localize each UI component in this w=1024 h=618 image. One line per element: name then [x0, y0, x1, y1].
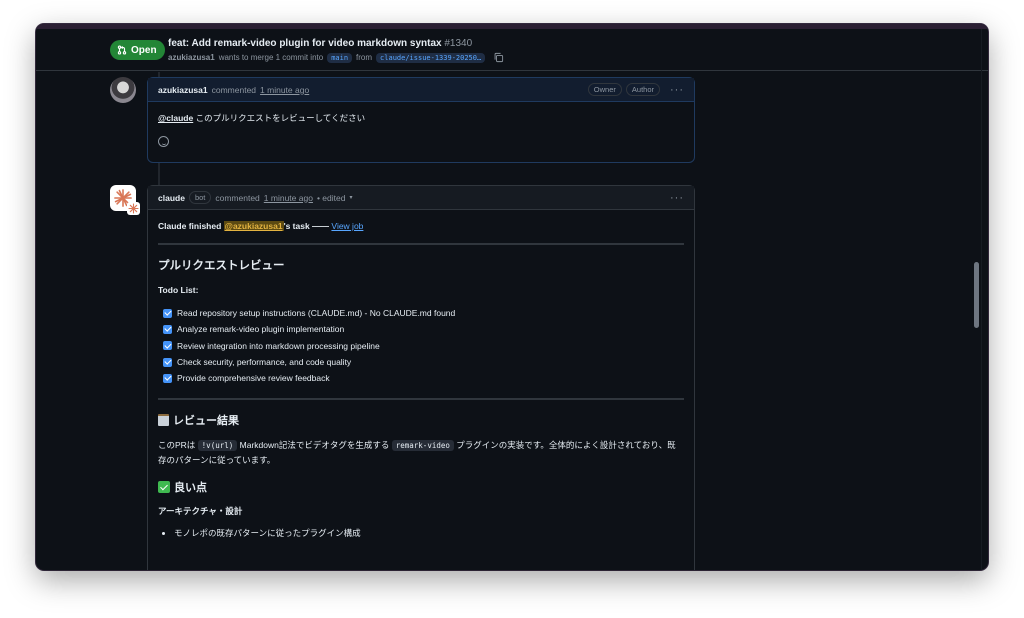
view-job-link[interactable]: View job: [331, 221, 363, 231]
result-heading-text: レビュー結果: [173, 415, 239, 428]
status-prefix: Claude finished: [158, 221, 224, 231]
good-points-heading: 良い点: [158, 479, 684, 495]
comment-author[interactable]: claude: [158, 193, 185, 203]
chevron-down-icon[interactable]: ▾: [349, 194, 352, 201]
kebab-menu-icon[interactable]: ···: [670, 84, 684, 96]
comment-action: commented: [211, 84, 257, 95]
todo-list: Read repository setup instructions (CLAU…: [158, 305, 684, 386]
mention-link[interactable]: @azukiazusa1: [223, 221, 284, 231]
pr-state-badge: Open: [110, 40, 165, 60]
comment-author[interactable]: azukiazusa1: [158, 85, 208, 95]
good-points-heading-text: 良い点: [174, 482, 207, 495]
app-window: Open feat: Add remark-video plugin for v…: [36, 24, 988, 570]
pr-sticky-header: Open feat: Add remark-video plugin for v…: [36, 29, 988, 71]
todo-item: Check security, performance, and code qu…: [158, 354, 684, 370]
comment-card: azukiazusa1 commented 1 minute ago Owner…: [147, 77, 695, 163]
bot-label: bot: [188, 191, 212, 204]
todo-item: Review integration into markdown process…: [158, 338, 684, 354]
clipboard-icon: [158, 414, 169, 427]
comment-body: Claude finished @azukiazusa1's task —— V…: [148, 210, 694, 547]
todo-item: Analyze remark-video plugin implementati…: [158, 321, 684, 337]
comment-timestamp[interactable]: 1 minute ago: [264, 193, 313, 203]
smiley-icon[interactable]: [158, 136, 169, 147]
avatar[interactable]: [110, 77, 136, 103]
status-suffix: 's task ——: [283, 221, 332, 231]
todo-text: Provide comprehensive review feedback: [177, 373, 330, 384]
divider: [158, 398, 684, 401]
pr-title[interactable]: feat: Add remark-video plugin for video …: [168, 38, 472, 49]
comment-header-actions: ···: [664, 192, 684, 204]
checkbox-checked-icon[interactable]: [163, 373, 172, 383]
todo-item: Read repository setup instructions (CLAU…: [158, 305, 684, 321]
comment-header-actions: Owner Author ···: [587, 83, 684, 96]
list-item: モノレポの既存パターンに従ったプラグイン構成: [174, 527, 684, 539]
pr-number: #1340: [444, 38, 473, 49]
checkbox-checked-icon[interactable]: [163, 324, 172, 334]
comment-body: @claude このプルリクエストをレビューしてください: [148, 102, 694, 157]
inline-code: !v(url): [197, 440, 238, 452]
summary-text: このPRは: [158, 440, 198, 451]
pr-meta: azukiazusa1 wants to merge 1 commit into…: [168, 52, 504, 63]
base-branch[interactable]: main: [327, 52, 353, 63]
checkbox-checked-icon[interactable]: [163, 308, 172, 318]
scrollbar-track[interactable]: [981, 29, 982, 570]
todo-text: Read repository setup instructions (CLAU…: [177, 308, 456, 319]
edited-dropdown[interactable]: • edited: [317, 193, 346, 203]
owner-label: Owner: [587, 83, 622, 96]
architecture-heading: アーキテクチャ・設計: [158, 506, 243, 517]
todo-text: Analyze remark-video plugin implementati…: [177, 324, 345, 335]
result-heading: レビュー結果: [158, 412, 684, 428]
comment-timestamp[interactable]: 1 minute ago: [260, 85, 309, 95]
copy-icon[interactable]: [493, 52, 504, 63]
kebab-menu-icon[interactable]: ···: [670, 192, 684, 204]
summary-text: Markdown記法でビデオタグを生成する: [237, 440, 392, 451]
bullet-list: モノレポの既存パターンに従ったプラグイン構成: [158, 527, 684, 539]
check-mark-icon: [158, 481, 170, 494]
mention-link[interactable]: @claude: [158, 113, 193, 123]
todo-item: Provide comprehensive review feedback: [158, 370, 684, 386]
bot-badge-icon: [127, 202, 140, 215]
comment-action: commented: [215, 192, 260, 203]
checkbox-checked-icon[interactable]: [163, 341, 172, 351]
divider: [158, 243, 684, 245]
author-label: Author: [625, 83, 660, 96]
todo-text: Review integration into markdown process…: [177, 340, 380, 351]
pr-author-link[interactable]: azukiazusa1: [168, 53, 215, 62]
comment-text: このプルリクエストをレビューしてください: [193, 113, 366, 123]
pr-state-label: Open: [131, 44, 157, 56]
todo-text: Check security, performance, and code qu…: [177, 357, 352, 368]
checkbox-checked-icon[interactable]: [163, 357, 172, 367]
comment-header: azukiazusa1 commented 1 minute ago Owner…: [148, 78, 694, 102]
todo-heading: Todo List:: [158, 285, 199, 295]
summary-paragraph: このPRは !v(url) Markdown記法でビデオタグを生成する rema…: [158, 438, 684, 467]
task-status-line: Claude finished @azukiazusa1's task —— V…: [158, 221, 684, 231]
comment-card: claude bot commented 1 minute ago • edit…: [147, 185, 695, 570]
inline-code: remark-video: [391, 440, 454, 452]
comment-header: claude bot commented 1 minute ago • edit…: [148, 186, 694, 210]
git-pull-request-icon: [117, 45, 127, 55]
scrollbar-thumb[interactable]: [974, 262, 979, 328]
pr-meta-text: wants to merge 1 commit into: [218, 53, 324, 62]
from-text: from: [356, 53, 373, 62]
head-branch[interactable]: claude/issue-1339-20250…: [376, 52, 486, 63]
pr-title-text: feat: Add remark-video plugin for video …: [168, 38, 442, 49]
review-heading: プルリクエストレビュー: [158, 260, 285, 272]
